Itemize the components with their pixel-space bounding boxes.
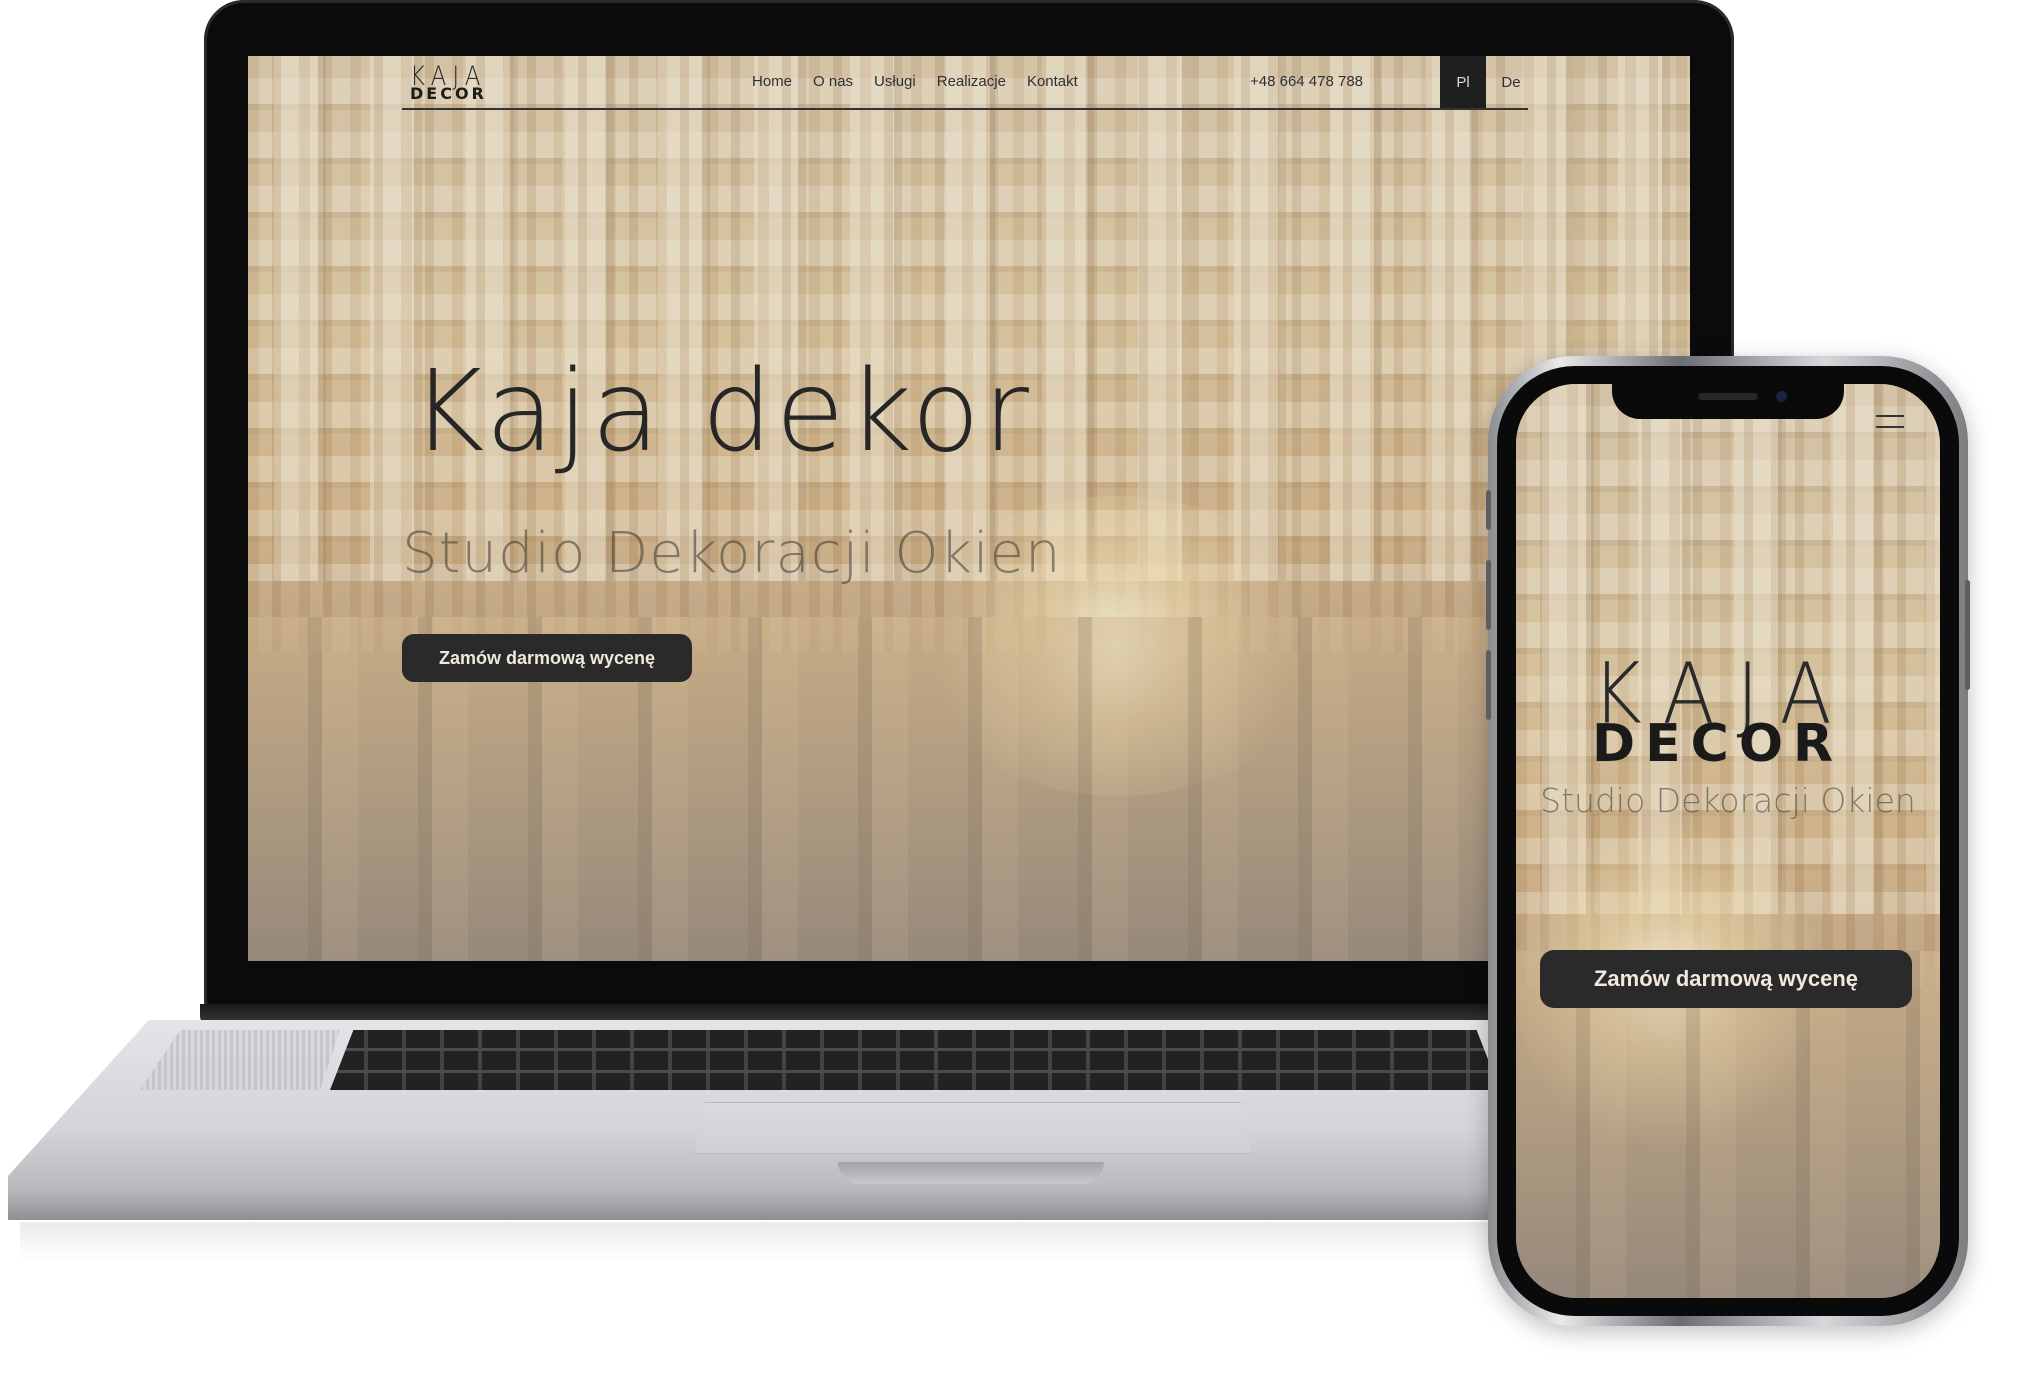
mobile-free-quote-button[interactable]: Zamów darmową wycenę [1540, 950, 1912, 1008]
phone-camera-icon [1776, 391, 1787, 402]
main-nav: Home O nas Usługi Realizacje Kontakt [752, 73, 1078, 90]
laptop-screen: KAJA DECOR Home O nas Usługi Realizacje … [248, 56, 1690, 961]
hero-title: Kaja dekor [411, 347, 1032, 477]
site-logo[interactable]: KAJA DECOR [410, 62, 500, 103]
hero-background-photo [248, 56, 1690, 961]
mobile-site-logo: KAJA DECOR [1592, 652, 1882, 776]
laptop-trackpad [694, 1102, 1252, 1154]
nav-link-home[interactable]: Home [752, 73, 792, 90]
free-quote-button[interactable]: Zamów darmową wycenę [402, 634, 692, 682]
phone-earpiece [1698, 393, 1758, 400]
language-de-button[interactable]: De [1494, 56, 1528, 108]
phone-screen: KAJA DECOR Studio Dekoracji Okien Zamów … [1516, 384, 1940, 1298]
nav-link-kontakt[interactable]: Kontakt [1027, 73, 1078, 90]
nav-link-realizacje[interactable]: Realizacje [937, 73, 1006, 90]
phone-number-link[interactable]: +48 664 478 788 [1250, 73, 1363, 90]
phone-volume-down-button [1486, 650, 1491, 720]
laptop-opening-notch [838, 1162, 1104, 1184]
hero-subtitle: Studio Dekoracji Okien [402, 521, 1062, 586]
phone-power-button [1965, 580, 1970, 690]
nav-link-o-nas[interactable]: O nas [813, 73, 853, 90]
phone-notch [1612, 383, 1844, 419]
phone-volume-up-button [1486, 560, 1491, 630]
logo-text-bottom: DECOR [410, 84, 487, 103]
nav-link-uslugi[interactable]: Usługi [874, 73, 916, 90]
mobile-hero-background-photo [1516, 384, 1940, 1298]
mobile-logo-text-bottom: DECOR [1592, 714, 1844, 774]
mobile-hero-subtitle: Studio Dekoracji Okien [1540, 781, 1916, 820]
language-pl-button[interactable]: Pl [1440, 56, 1486, 108]
hamburger-menu-icon[interactable] [1876, 412, 1904, 430]
laptop-keyboard [330, 1030, 1500, 1090]
site-header: KAJA DECOR Home O nas Usługi Realizacje … [402, 56, 1528, 110]
phone-side-button [1486, 490, 1491, 530]
